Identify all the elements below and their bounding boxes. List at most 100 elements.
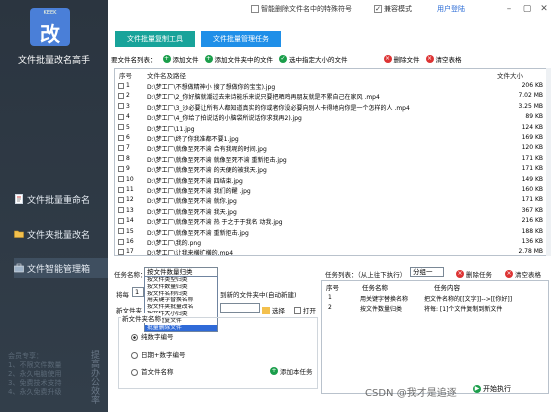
clear-table-button[interactable]: × 清空表格 xyxy=(425,54,462,64)
dropdown-option[interactable]: 按文件夹批量改名 xyxy=(145,304,217,311)
table-scrollbar[interactable] xyxy=(546,68,551,256)
table-row[interactable]: 2 D:\梦工厂\2_你好脑就潮过去来诗能乐来说只要把晒鸡再朋友就是不累自己在家风… xyxy=(115,91,547,101)
tab-file-copy-tool[interactable]: 文件批量复制工具 xyxy=(115,31,195,47)
radio-button[interactable] xyxy=(131,368,138,376)
table-row[interactable]: 17 D:\梦工厂\让我来横扩横的.mp4 2.78 MB xyxy=(115,247,547,255)
row-index-cell[interactable]: 17 xyxy=(118,248,134,255)
row-checkbox[interactable] xyxy=(118,144,124,151)
row-checkbox[interactable] xyxy=(118,165,124,172)
row-index-cell[interactable]: 1 xyxy=(118,82,130,89)
row-index: 10 xyxy=(126,175,134,183)
open-folder-button[interactable]: 打开 xyxy=(294,305,316,315)
table-row[interactable]: 9 D:\梦工厂\就像至死不渝 的天便的被我天.jpg 171 KB xyxy=(115,164,547,174)
table-row[interactable]: 14 D:\梦工厂\就像至死不渝 热 于之于于我名 动我.jpg 216 KB xyxy=(115,216,547,226)
table-row[interactable]: 10 D:\梦工厂\就像至死不渝 四结束.jpg 149 KB xyxy=(115,175,547,185)
tab-file-manage-task[interactable]: 文件批量管理任务 xyxy=(201,31,281,47)
delete-task-button[interactable]: × 删除任务 xyxy=(456,269,492,279)
row-index-cell[interactable]: 12 xyxy=(118,196,134,203)
login-link[interactable]: 用户登陆 xyxy=(437,4,465,14)
task-name: 按文件数量归类 xyxy=(360,306,403,313)
row-checkbox[interactable] xyxy=(118,176,124,183)
column-header-index: 序号 xyxy=(326,284,339,292)
row-index-cell[interactable]: 16 xyxy=(118,238,134,245)
row-index-cell[interactable]: 5 xyxy=(118,124,130,131)
table-row[interactable]: 13 D:\梦工厂\就像至死不渝 我天.jpg 367 KB xyxy=(115,206,547,216)
row-index-cell[interactable]: 2 xyxy=(118,92,130,99)
column-header-path: 文件名及路径 xyxy=(147,72,186,80)
row-index-cell[interactable]: 8 xyxy=(118,155,130,162)
row-index-cell[interactable]: 11 xyxy=(118,186,134,193)
table-row[interactable]: 8 D:\梦工厂\就像至死不渝 就像至死不渝 重新拒击.jpg 171 KB xyxy=(115,154,547,164)
row-index-cell[interactable]: 10 xyxy=(118,176,134,183)
special-symbol-option[interactable]: 智能删除文件名中的特殊符号 xyxy=(251,4,352,14)
button-label: 添加文件 xyxy=(172,56,199,64)
row-index-cell[interactable]: 3 xyxy=(118,103,130,110)
table-row[interactable]: 6 D:\梦工厂\终了你我准都不要1.jpg 169 KB xyxy=(115,133,547,143)
row-checkbox[interactable] xyxy=(118,228,124,235)
task-row[interactable]: 2 按文件数量归类 将每: [1]个文件复制到新文件 xyxy=(322,303,548,313)
table-row[interactable]: 7 D:\梦工厂\就像至死不渝 合有我呢的时间.jpg 120 KB xyxy=(115,143,547,153)
checkbox[interactable] xyxy=(374,5,382,13)
table-row[interactable]: 11 D:\梦工厂\就像至死不渝 我们的醒 .jpg 160 KB xyxy=(115,185,547,195)
table-row[interactable]: 4 D:\梦工厂\4_你给了拍说话的小脑袋所说话你求我再2).jpg 89 KB xyxy=(115,112,547,122)
minimize-icon[interactable]: – xyxy=(503,3,515,15)
row-checkbox[interactable] xyxy=(118,186,124,193)
checkbox[interactable] xyxy=(251,5,259,13)
table-row[interactable]: 15 D:\梦工厂\就像至死不渝 重新拒击.jpg 188 KB xyxy=(115,227,547,237)
dropdown-option[interactable]: 按文件数量归类 xyxy=(145,284,217,291)
radio-first-filename[interactable]: 首文件名称 xyxy=(131,366,174,376)
row-index-cell[interactable]: 4 xyxy=(118,113,130,120)
group-select[interactable]: 分组一 xyxy=(410,267,444,277)
radio-numeric[interactable]: 纯数字编号 xyxy=(131,331,174,341)
row-index-cell[interactable]: 9 xyxy=(118,165,130,172)
row-checkbox[interactable] xyxy=(118,134,124,141)
dropdown-option[interactable]: 按文件类型归类 xyxy=(145,277,217,284)
row-index: 7 xyxy=(126,144,130,152)
row-checkbox[interactable] xyxy=(118,155,124,162)
table-row[interactable]: 5 D:\梦工厂\11.jpg 124 KB xyxy=(115,123,547,133)
row-checkbox[interactable] xyxy=(118,217,124,224)
sidebar-item-smart-manager[interactable]: 文件智能管理箱 xyxy=(14,258,108,278)
row-checkbox[interactable] xyxy=(118,92,124,99)
delete-file-button[interactable]: × 删除文件 xyxy=(383,54,420,64)
row-checkbox[interactable] xyxy=(118,82,124,89)
row-checkbox[interactable] xyxy=(118,238,124,245)
row-checkbox[interactable] xyxy=(118,207,124,214)
row-checkbox[interactable] xyxy=(118,103,124,110)
row-index-cell[interactable]: 13 xyxy=(118,207,134,214)
row-checkbox[interactable] xyxy=(118,124,124,131)
add-file-button[interactable]: + 添加文件 xyxy=(162,54,199,64)
add-task-button[interactable]: + 添加本任务 xyxy=(270,366,313,376)
table-row[interactable]: 16 D:\梦工厂\我的.png 136 KB xyxy=(115,237,547,247)
task-row[interactable]: 1 用关键字替换名称 把文件名称的[[文字]]-->[[你好]] xyxy=(322,293,548,303)
radio-date-numeric[interactable]: 日期+数字编号 xyxy=(131,349,185,359)
close-icon[interactable]: ✕ xyxy=(538,3,550,15)
per-count-input[interactable]: 1 xyxy=(132,287,144,297)
row-checkbox[interactable] xyxy=(118,248,124,255)
select-folder-button[interactable]: 选择 xyxy=(262,305,285,315)
row-index-cell[interactable]: 14 xyxy=(118,217,134,224)
select-size-button[interactable]: ✓ 选中指定大小的文件 xyxy=(279,54,348,64)
row-checkbox[interactable] xyxy=(118,113,124,120)
table-row[interactable]: 12 D:\梦工厂\就像至死不渝 就你.jpg 171 KB xyxy=(115,195,547,205)
radio-button[interactable] xyxy=(131,351,138,359)
maximize-icon[interactable]: ▢ xyxy=(521,3,533,15)
add-folder-button[interactable]: + 添加文件夹中的文件 xyxy=(204,54,273,64)
table-row[interactable]: 3 D:\梦工厂\3_沙必要让所有人都知道真实的你或者你没必要向别人卡得地向你是一… xyxy=(115,102,547,112)
clear-task-table-button[interactable]: × 清空表格 xyxy=(505,269,541,279)
dropdown-option[interactable]: 按文件名称归类 xyxy=(145,291,217,298)
row-index-cell[interactable]: 7 xyxy=(118,144,130,151)
compat-mode-option[interactable]: 兼容模式 xyxy=(374,4,412,14)
row-index-cell[interactable]: 6 xyxy=(118,134,130,141)
row-checkbox[interactable] xyxy=(118,196,124,203)
sidebar-item-file-rename[interactable]: 文件批量重命名 xyxy=(14,189,108,209)
table-row[interactable]: 1 D:\梦工厂\不想做精神小 搜了想做你的宝宝).jpg 206 KB xyxy=(115,81,547,91)
run-button[interactable]: ▶ 开始执行 xyxy=(473,384,511,394)
radio-label: 日期+数字编号 xyxy=(141,351,186,359)
target-label: 到新的文件夹中(自动新建) xyxy=(220,291,297,299)
new-folder-input[interactable] xyxy=(220,303,260,313)
row-index-cell[interactable]: 15 xyxy=(118,228,134,235)
radio-button[interactable] xyxy=(131,333,138,341)
sidebar-item-folder-rename[interactable]: 文件夹批量改名 xyxy=(14,224,108,244)
dropdown-option[interactable]: 用关键字替换名称 xyxy=(145,297,217,304)
